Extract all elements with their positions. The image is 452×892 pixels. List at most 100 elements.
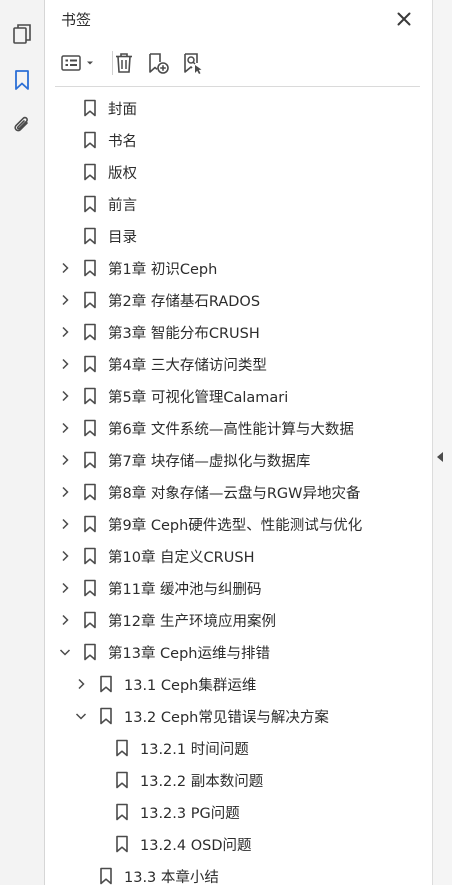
bookmark-item-icon <box>98 867 114 885</box>
bookmark-row[interactable]: 第8章 对象存储—云盘与RGW异地灾备 <box>45 476 432 508</box>
chevron-right-icon[interactable] <box>58 325 72 339</box>
close-icon[interactable] <box>393 8 415 30</box>
bookmark-item-icon <box>98 707 114 725</box>
bookmark-label: 第2章 存储基石RADOS <box>108 293 261 310</box>
bookmark-label: 13.2.2 副本数问题 <box>140 773 264 790</box>
bookmark-item-icon <box>114 803 130 821</box>
bookmark-label: 封面 <box>108 101 137 118</box>
chevron-right-icon[interactable] <box>74 677 88 691</box>
chevron-right-icon[interactable] <box>58 421 72 435</box>
bookmark-row[interactable]: 版权 <box>45 156 432 188</box>
bookmark-row[interactable]: 第6章 文件系统—高性能计算与大数据 <box>45 412 432 444</box>
bookmark-item-icon <box>82 355 98 373</box>
bookmark-label: 目录 <box>108 229 137 246</box>
bookmark-row[interactable]: 第3章 智能分布CRUSH <box>45 316 432 348</box>
bookmark-row[interactable]: 第5章 可视化管理Calamari <box>45 380 432 412</box>
bookmark-item-icon <box>82 259 98 277</box>
bookmark-label: 第3章 智能分布CRUSH <box>108 325 260 342</box>
bookmark-row[interactable]: 第13章 Ceph运维与排错 <box>45 636 432 668</box>
bookmark-row[interactable]: 第9章 Ceph硬件选型、性能测试与优化 <box>45 508 432 540</box>
bookmark-label: 书名 <box>108 133 137 150</box>
options-menu-button[interactable] <box>59 46 99 80</box>
attachment-icon[interactable] <box>8 112 36 140</box>
chevron-down-icon[interactable] <box>58 645 72 659</box>
delete-bookmark-button[interactable] <box>111 46 137 80</box>
bookmark-label: 第7章 块存储—虚拟化与数据库 <box>108 453 311 470</box>
bookmark-label: 13.3 本章小结 <box>124 869 219 886</box>
bookmark-label: 第4章 三大存储访问类型 <box>108 357 267 374</box>
bookmark-row[interactable]: 13.1 Ceph集群运维 <box>45 668 432 700</box>
bookmark-row[interactable]: 13.2.2 副本数问题 <box>45 764 432 796</box>
chevron-right-icon[interactable] <box>58 517 72 531</box>
bookmark-row[interactable]: 第1章 初识Ceph <box>45 252 432 284</box>
bookmark-row[interactable]: 13.2 Ceph常见错误与解决方案 <box>45 700 432 732</box>
bookmark-item-icon <box>114 739 130 757</box>
bookmark-item-icon <box>82 419 98 437</box>
bookmark-item-icon <box>82 483 98 501</box>
bookmark-label: 第6章 文件系统—高性能计算与大数据 <box>108 421 354 438</box>
bookmark-item-icon <box>98 675 114 693</box>
chevron-right-icon[interactable] <box>58 261 72 275</box>
bookmark-item-icon <box>82 323 98 341</box>
bookmark-item-icon <box>114 771 130 789</box>
bookmark-row[interactable]: 第7章 块存储—虚拟化与数据库 <box>45 444 432 476</box>
bookmark-label: 第11章 缓冲池与纠删码 <box>108 581 262 598</box>
pages-icon[interactable] <box>8 20 36 48</box>
panel-title: 书签 <box>61 11 92 29</box>
bookmark-item-icon <box>82 611 98 629</box>
delete-bookmark-icon <box>116 53 132 73</box>
bookmark-item-icon <box>114 835 130 853</box>
bookmark-row[interactable]: 第10章 自定义CRUSH <box>45 540 432 572</box>
bookmark-label: 13.2.1 时间问题 <box>140 741 249 758</box>
navigation-rail <box>0 0 45 885</box>
bookmark-row[interactable]: 13.2.4 OSD问题 <box>45 828 432 860</box>
new-bookmark-icon <box>149 53 169 74</box>
bookmark-row[interactable]: 目录 <box>45 220 432 252</box>
bookmark-item-icon <box>82 579 98 597</box>
panel-collapse-strip[interactable] <box>432 0 452 885</box>
bookmark-row[interactable]: 13.2.1 时间问题 <box>45 732 432 764</box>
bookmark-item-icon <box>82 99 98 117</box>
bookmark-row[interactable]: 书名 <box>45 124 432 156</box>
bookmark-tree: 封面书名版权前言目录第1章 初识Ceph 第2章 存储基石RADOS 第3章 智能分… <box>45 92 432 892</box>
bookmark-label: 第5章 可视化管理Calamari <box>108 389 289 406</box>
bookmark-label: 第8章 对象存储—云盘与RGW异地灾备 <box>108 485 361 502</box>
bookmark-row[interactable]: 第12章 生产环境应用案例 <box>45 604 432 636</box>
bookmark-label: 第1章 初识Ceph <box>108 261 218 278</box>
chevron-right-icon[interactable] <box>58 581 72 595</box>
bookmark-label: 前言 <box>108 197 137 214</box>
options-menu-icon <box>61 55 93 71</box>
bookmark-item-icon <box>82 195 98 213</box>
bookmark-row[interactable]: 13.2.3 PG问题 <box>45 796 432 828</box>
bookmarks-toolbar <box>55 46 422 80</box>
chevron-right-icon[interactable] <box>58 453 72 467</box>
bookmark-row[interactable]: 封面 <box>45 92 432 124</box>
bookmark-item-icon <box>82 163 98 181</box>
bookmark-item-icon <box>82 131 98 149</box>
bookmark-row[interactable]: 第2章 存储基石RADOS <box>45 284 432 316</box>
chevron-right-icon[interactable] <box>58 613 72 627</box>
bookmark-row[interactable]: 第11章 缓冲池与纠删码 <box>45 572 432 604</box>
bookmark-row[interactable]: 13.3 本章小结 <box>45 860 432 892</box>
bookmark-row[interactable]: 第4章 三大存储访问类型 <box>45 348 432 380</box>
chevron-right-icon[interactable] <box>58 389 72 403</box>
bookmark-item-icon <box>82 227 98 245</box>
chevron-down-icon[interactable] <box>74 709 88 723</box>
find-current-bookmark-button[interactable] <box>179 46 205 80</box>
chevron-right-icon[interactable] <box>58 293 72 307</box>
find-current-bookmark-icon <box>184 53 202 74</box>
chevron-right-icon[interactable] <box>58 549 72 563</box>
bookmark-item-icon <box>82 387 98 405</box>
bookmark-label: 13.2 Ceph常见错误与解决方案 <box>124 709 329 726</box>
bookmark-label: 第12章 生产环境应用案例 <box>108 613 277 630</box>
chevron-right-icon[interactable] <box>58 357 72 371</box>
bookmark-row[interactable]: 前言 <box>45 188 432 220</box>
collapse-panel-arrow-icon[interactable] <box>437 452 443 462</box>
bookmarks-panel: 书签 封面 书名 版权 前言 目录 第1章 初识Ceph 第2章 存储基石RAD… <box>45 0 432 886</box>
bookmark-label: 13.2.3 PG问题 <box>140 805 240 822</box>
bookmark-icon[interactable] <box>8 66 36 94</box>
bookmark-label: 第9章 Ceph硬件选型、性能测试与优化 <box>108 517 363 534</box>
bookmark-item-icon <box>82 547 98 565</box>
new-bookmark-button[interactable] <box>145 46 171 80</box>
chevron-right-icon[interactable] <box>58 485 72 499</box>
